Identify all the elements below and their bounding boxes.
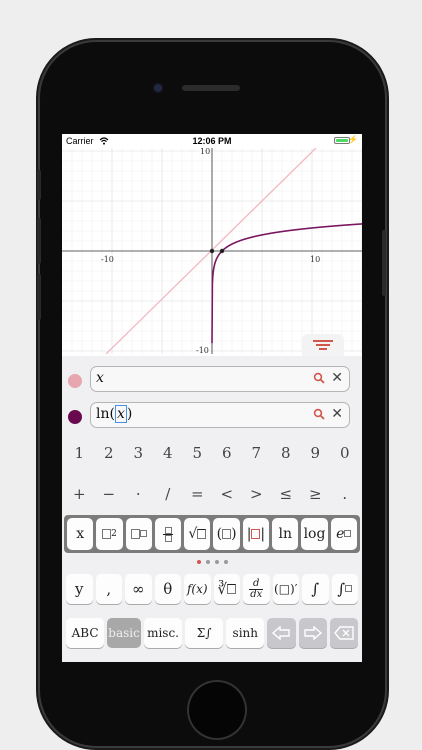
key-square[interactable]: 2 xyxy=(96,518,123,550)
close-icon[interactable]: ✕ xyxy=(331,406,343,422)
graph-canvas[interactable]: -10 10 10 -10 xyxy=(62,148,362,354)
key-8[interactable]: 8 xyxy=(273,438,300,468)
expression-row-1: x ✕ xyxy=(62,364,362,396)
expression-text: x xyxy=(96,370,104,386)
earpiece-speaker xyxy=(182,85,240,91)
key-parentheses[interactable]: () xyxy=(213,518,240,550)
search-icon[interactable] xyxy=(313,372,325,384)
key-infinity[interactable]: ∞ xyxy=(125,574,152,604)
key-theta[interactable]: θ xyxy=(154,574,181,604)
key-left-arrow[interactable] xyxy=(267,618,296,648)
volume-down-button xyxy=(37,274,41,320)
key-3[interactable]: 3 xyxy=(125,438,152,468)
key-y[interactable]: y xyxy=(66,574,93,604)
key-misc[interactable]: misc. xyxy=(143,618,183,648)
y-tick-pos: 10 xyxy=(200,148,210,156)
arrow-left-icon xyxy=(272,626,291,640)
page-indicator[interactable] xyxy=(62,560,362,568)
page-dot xyxy=(196,560,201,564)
key-6[interactable]: 6 xyxy=(214,438,241,468)
search-icon[interactable] xyxy=(313,408,325,420)
x-tick-neg: -10 xyxy=(101,255,114,264)
close-icon[interactable]: ✕ xyxy=(331,370,343,386)
key-sigma-integral[interactable]: Σ∫ xyxy=(185,618,224,648)
expression-field[interactable]: x ✕ xyxy=(90,366,350,392)
key-integral[interactable]: ∫ xyxy=(302,574,329,604)
key-nth-root[interactable]: ∛ xyxy=(213,574,240,604)
front-camera xyxy=(154,84,162,92)
app-screen: Carrier 12:06 PM ⚡ -10 10 10 -10 x ✕ ln(… xyxy=(62,134,362,662)
key-exp[interactable]: e xyxy=(330,518,357,550)
key-1[interactable]: 1 xyxy=(66,438,93,468)
number-keys: 1 2 3 4 5 6 7 8 9 0 xyxy=(66,438,358,468)
key-function[interactable]: f(x) xyxy=(184,574,211,604)
x-tick-pos: 10 xyxy=(310,255,320,264)
key-x[interactable]: x xyxy=(67,518,94,550)
template-keys: x 2 √ () | | ln log e xyxy=(64,515,360,553)
page-dot xyxy=(205,560,210,564)
key-power[interactable] xyxy=(125,518,152,550)
key-equals[interactable]: = xyxy=(184,479,211,509)
key-derivative[interactable]: d dx xyxy=(243,574,270,604)
backspace-icon xyxy=(333,626,354,640)
status-bar: Carrier 12:06 PM ⚡ xyxy=(62,134,362,148)
key-fraction[interactable] xyxy=(154,518,182,550)
curve-ln-x xyxy=(211,223,362,344)
key-prime[interactable]: (□)′ xyxy=(272,574,299,604)
key-abs[interactable]: | | xyxy=(242,518,270,550)
key-divide[interactable]: / xyxy=(155,479,182,509)
point-origin xyxy=(209,248,215,254)
input-panel: x ✕ ln(x) ✕ 1 2 3 4 5 6 7 8 9 0 + − · /… xyxy=(62,356,362,662)
filter-icon xyxy=(313,340,333,350)
key-2[interactable]: 2 xyxy=(96,438,123,468)
key-abc[interactable]: ABC xyxy=(66,618,105,648)
operator-keys: + − · / = < > ≤ ≥ . xyxy=(66,479,358,509)
key-greater-than[interactable]: > xyxy=(243,479,270,509)
key-decimal[interactable]: . xyxy=(332,479,359,509)
key-ln[interactable]: ln xyxy=(272,518,299,550)
key-backspace[interactable] xyxy=(329,618,359,648)
function-keys: y , ∞ θ f(x) ∛ d dx (□)′ ∫ ∫ xyxy=(66,574,358,604)
expression-row-2: ln(x) ✕ xyxy=(62,400,362,432)
filter-button[interactable] xyxy=(302,334,344,356)
key-less-equal[interactable]: ≤ xyxy=(273,479,300,509)
key-7[interactable]: 7 xyxy=(243,438,270,468)
key-5[interactable]: 5 xyxy=(184,438,211,468)
clock: 12:06 PM xyxy=(192,136,232,146)
key-4[interactable]: 4 xyxy=(155,438,182,468)
y-tick-neg: -10 xyxy=(196,346,209,354)
key-log[interactable]: log xyxy=(301,518,328,550)
key-basic[interactable]: basic xyxy=(107,618,141,648)
expression-field[interactable]: ln(x) ✕ xyxy=(90,402,350,428)
bottom-keys: ABC basic misc. Σ∫ sinh xyxy=(66,618,359,648)
key-sqrt[interactable]: √ xyxy=(184,518,211,550)
key-right-arrow[interactable] xyxy=(298,618,327,648)
power-button xyxy=(382,230,386,296)
page-dot xyxy=(214,560,219,564)
color-dot[interactable] xyxy=(68,374,82,388)
volume-up-button xyxy=(37,218,41,264)
charging-icon: ⚡ xyxy=(348,135,358,144)
home-button[interactable] xyxy=(189,682,245,738)
key-comma[interactable]: , xyxy=(95,574,122,604)
key-sinh[interactable]: sinh xyxy=(226,618,265,648)
color-dot[interactable] xyxy=(68,410,82,424)
key-0[interactable]: 0 xyxy=(332,438,359,468)
key-minus[interactable]: − xyxy=(96,479,123,509)
mute-switch xyxy=(37,170,41,200)
point-root xyxy=(219,248,225,254)
expression-text: ln(x) xyxy=(96,405,133,423)
arrow-right-icon xyxy=(303,626,322,640)
key-plus[interactable]: + xyxy=(66,479,93,509)
key-dot[interactable]: · xyxy=(125,479,152,509)
cursor-placeholder: x xyxy=(114,405,127,423)
key-9[interactable]: 9 xyxy=(302,438,329,468)
key-definite-integral[interactable]: ∫ xyxy=(331,574,358,604)
key-greater-equal[interactable]: ≥ xyxy=(302,479,329,509)
key-less-than[interactable]: < xyxy=(214,479,241,509)
page-dot xyxy=(223,560,228,564)
